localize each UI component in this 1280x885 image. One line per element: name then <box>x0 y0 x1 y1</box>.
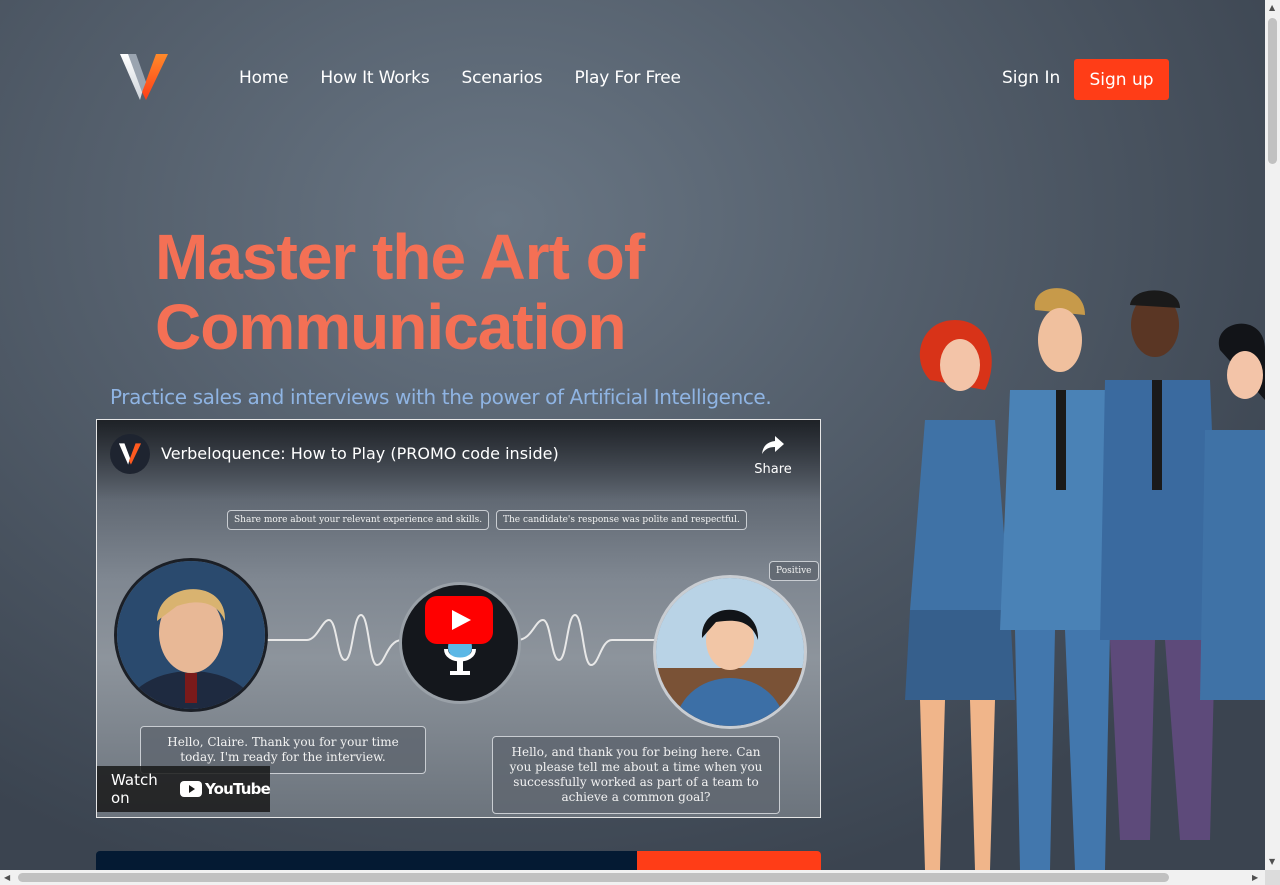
youtube-wordmark: YouTube <box>204 780 271 798</box>
horizontal-scrollbar[interactable]: ◀ ▶ <box>0 870 1265 885</box>
interviewer-portrait <box>653 575 807 729</box>
nav-how-it-works[interactable]: How It Works <box>320 68 429 88</box>
youtube-logo: YouTube <box>179 780 271 798</box>
play-button[interactable] <box>425 596 493 644</box>
candidate-portrait <box>114 558 268 712</box>
watch-on-youtube[interactable]: Watch on YouTube <box>97 766 271 812</box>
horizontal-scroll-thumb[interactable] <box>18 873 1169 882</box>
nav-home[interactable]: Home <box>239 68 289 88</box>
vertical-scroll-thumb[interactable] <box>1268 18 1277 164</box>
share-arrow-icon <box>762 436 784 454</box>
share-label: Share <box>754 462 792 477</box>
youtube-play-icon <box>179 781 202 797</box>
thumbnail-bubble-bottom-right: Hello, and thank you for being here. Can… <box>492 736 780 814</box>
sign-in-link[interactable]: Sign In <box>1002 68 1060 88</box>
verbeloquence-logo[interactable] <box>118 52 170 102</box>
video-title[interactable]: Verbeloquence: How to Play (PROMO code i… <box>161 444 559 463</box>
scroll-down-arrow-icon[interactable]: ▼ <box>1269 858 1275 866</box>
scroll-up-arrow-icon[interactable]: ▲ <box>1269 4 1275 12</box>
sign-up-button[interactable]: Sign up <box>1074 59 1169 100</box>
thumbnail-positive-badge: Positive <box>769 561 819 581</box>
main-nav: Home How It Works Scenarios Play For Fre… <box>239 68 713 88</box>
cta-bar-dark <box>96 851 637 871</box>
scroll-right-arrow-icon[interactable]: ▶ <box>1252 874 1258 882</box>
hero-subtitle: Practice sales and interviews with the p… <box>110 385 772 409</box>
hero-title-line1: Master the Art of <box>155 221 645 293</box>
scroll-left-arrow-icon[interactable]: ◀ <box>4 874 10 882</box>
nav-play-for-free[interactable]: Play For Free <box>574 68 681 88</box>
youtube-video-embed[interactable]: Verbeloquence: How to Play (PROMO code i… <box>96 419 821 818</box>
hero-title-line2: Communication <box>155 291 627 363</box>
business-people-illustration <box>905 288 1265 870</box>
cta-bar <box>96 851 821 871</box>
vertical-scrollbar[interactable]: ▲ ▼ <box>1265 0 1280 870</box>
thumbnail-bubble-top-right: The candidate's response was polite and … <box>496 510 747 530</box>
channel-avatar[interactable] <box>110 434 150 474</box>
channel-logo-icon <box>118 443 142 465</box>
thumbnail-bubble-top-left: Share more about your relevant experienc… <box>227 510 490 530</box>
nav-scenarios[interactable]: Scenarios <box>462 68 543 88</box>
scrollbar-corner <box>1265 870 1280 885</box>
cta-bar-accent[interactable] <box>637 851 821 871</box>
share-button[interactable]: Share <box>747 434 799 477</box>
watch-on-label: Watch on <box>111 771 158 807</box>
hero-title: Master the Art of Communication <box>155 221 645 363</box>
